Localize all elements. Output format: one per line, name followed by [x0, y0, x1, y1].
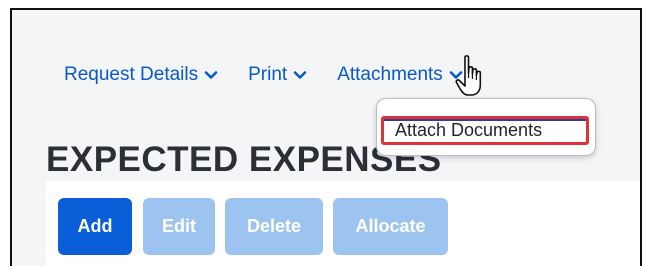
attach-documents-option[interactable]: Attach Documents [381, 116, 589, 145]
add-button[interactable]: Add [58, 198, 132, 255]
chevron-down-icon [293, 68, 307, 82]
edit-button[interactable]: Edit [143, 198, 215, 255]
expenses-toolbar: Add Edit Delete Allocate [46, 181, 640, 266]
delete-button[interactable]: Delete [225, 198, 323, 255]
allocate-button[interactable]: Allocate [333, 198, 448, 255]
attachments-dropdown: Attach Documents [376, 98, 596, 156]
attachments-label: Attachments [337, 64, 443, 85]
print-label: Print [248, 64, 288, 85]
action-menu-bar: Request Details Print Attachments [64, 64, 493, 86]
request-details-menu[interactable]: Request Details [64, 64, 218, 86]
chevron-down-icon [204, 68, 218, 82]
print-menu[interactable]: Print [248, 64, 307, 86]
hand-pointer-icon [454, 54, 488, 100]
request-details-label: Request Details [64, 64, 199, 85]
page-frame: Request Details Print Attachments EXPECT… [10, 8, 642, 266]
attachments-menu[interactable]: Attachments [337, 64, 463, 86]
